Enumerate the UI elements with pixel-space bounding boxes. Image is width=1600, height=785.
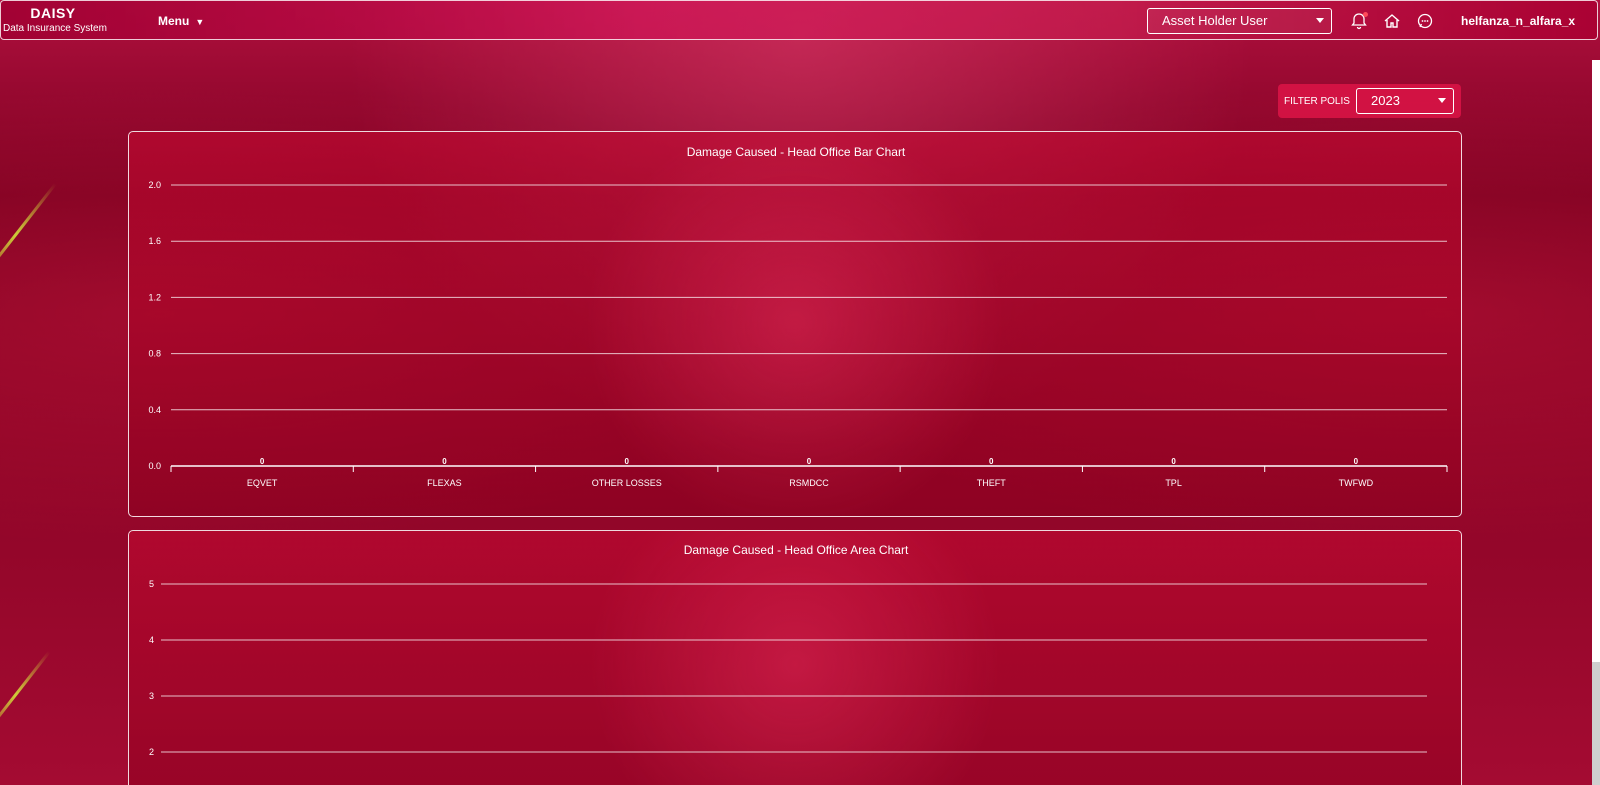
bar-y-tick-label: 1.6 xyxy=(148,236,161,246)
bar-y-tick-label: 0.0 xyxy=(148,461,161,471)
bar-value-label: 0 xyxy=(442,457,447,466)
bar-y-tick-label: 0.4 xyxy=(148,405,161,415)
year-selected-value: 2023 xyxy=(1371,93,1400,108)
chat-icon[interactable] xyxy=(1416,12,1434,30)
bar-value-label: 0 xyxy=(260,457,265,466)
bar-category-label: THEFT xyxy=(977,478,1006,488)
brand[interactable]: DAISY Data Insurance System xyxy=(3,5,107,34)
bar-value-label: 0 xyxy=(1354,457,1359,466)
year-select[interactable]: 2023 xyxy=(1356,88,1454,114)
brand-title: DAISY xyxy=(30,5,76,21)
role-selected-value: Asset Holder User xyxy=(1162,13,1268,28)
page-scrollbar-track[interactable] xyxy=(1592,60,1600,662)
top-navbar: DAISY Data Insurance System Menu ▼ Asset … xyxy=(0,0,1598,40)
bar-y-tick-label: 2.0 xyxy=(148,180,161,190)
bar-category-label: EQVET xyxy=(247,478,278,488)
filter-label: FILTER POLIS xyxy=(1284,96,1350,107)
user-menu[interactable]: helfanza_n_alfara_x xyxy=(1461,14,1575,28)
brand-subtitle: Data Insurance System xyxy=(3,23,107,34)
dropdown-arrow-icon xyxy=(1316,18,1324,23)
menu-button[interactable]: Menu ▼ xyxy=(158,14,204,28)
page-scrollbar-thumb[interactable] xyxy=(1592,662,1600,785)
bar-category-label: FLEXAS xyxy=(427,478,462,488)
menu-label: Menu xyxy=(158,14,190,28)
caret-down-icon: ▼ xyxy=(195,17,205,27)
area-y-tick-label: 4 xyxy=(149,635,154,645)
area-y-tick-label: 2 xyxy=(149,747,154,757)
bar-chart-title: Damage Caused - Head Office Bar Chart xyxy=(687,145,906,159)
bar-y-tick-label: 1.2 xyxy=(148,292,161,302)
bar-category-label: RSMDCC xyxy=(789,478,829,488)
bar-category-label: TWFWD xyxy=(1339,478,1374,488)
dropdown-arrow-icon xyxy=(1438,98,1446,103)
bar-value-label: 0 xyxy=(1171,457,1176,466)
notification-dot xyxy=(1363,12,1368,17)
bar-value-label: 0 xyxy=(989,457,994,466)
bar-value-label: 0 xyxy=(807,457,812,466)
home-icon[interactable] xyxy=(1383,12,1401,30)
bar-y-tick-label: 0.8 xyxy=(148,349,161,359)
bar-chart: 0.0 0.4 0.8 1.2 1.6 2.0 EQVET FLEXAS OTHER LOSS… xyxy=(148,145,1448,488)
filter-polis: FILTER POLIS 2023 xyxy=(1278,84,1461,118)
bar-value-label: 0 xyxy=(624,457,629,466)
area-y-tick-label: 3 xyxy=(149,691,154,701)
bar-category-label: OTHER LOSSES xyxy=(592,478,662,488)
decorative-line-left-lower xyxy=(0,650,51,740)
bell-icon[interactable] xyxy=(1350,12,1368,30)
bar-category-label: TPL xyxy=(1165,478,1182,488)
area-chart-panel: 5 4 3 2 Damage Caused - Head Office Area Ch… xyxy=(128,530,1462,785)
area-chart: 5 4 3 2 Damage Caused - Head Office Area Ch… xyxy=(149,543,1427,757)
area-chart-title: Damage Caused - Head Office Area Chart xyxy=(684,543,909,557)
bar-chart-panel: 0.0 0.4 0.8 1.2 1.6 2.0 EQVET FLEXAS OTHER LOSS… xyxy=(128,131,1462,517)
role-select[interactable]: Asset Holder User xyxy=(1147,8,1332,34)
decorative-line-left xyxy=(0,182,57,288)
area-y-tick-label: 5 xyxy=(149,579,154,589)
